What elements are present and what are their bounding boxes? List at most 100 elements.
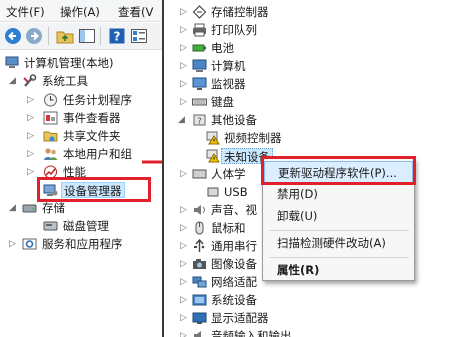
battery-icon bbox=[192, 44, 206, 52]
menu-item-disable[interactable]: 禁用(D) bbox=[264, 183, 413, 205]
back-arrow-icon[interactable] bbox=[4, 27, 22, 45]
camera-icon bbox=[193, 259, 206, 269]
toolbar-divider bbox=[100, 27, 101, 45]
chevron-right-icon[interactable]: ▷ bbox=[27, 163, 36, 181]
device-category-other-devices[interactable]: ◢ ? 其他设备 bbox=[164, 111, 454, 129]
chevron-right-icon[interactable]: ▷ bbox=[180, 291, 189, 309]
console-tree-icon[interactable] bbox=[78, 27, 96, 45]
device-category-display-adapters[interactable]: ▷ 显示适配器 bbox=[164, 309, 454, 327]
device-category-label: 系统设备 bbox=[211, 293, 257, 307]
menu-view[interactable]: 查看(V bbox=[118, 4, 153, 20]
chevron-right-icon[interactable]: ▷ bbox=[180, 255, 189, 273]
chevron-right-icon[interactable]: ▷ bbox=[180, 165, 189, 183]
highlight-box-device-manager bbox=[37, 177, 151, 202]
chevron-right-icon[interactable]: ▷ bbox=[27, 145, 36, 163]
menu-file[interactable]: 文件(F) bbox=[6, 4, 45, 20]
tree-node-label: 本地用户和组 bbox=[63, 147, 132, 161]
menu-item-scan-hardware[interactable]: 扫描检测硬件改动(A) bbox=[264, 232, 413, 254]
tree-node-label: 磁盘管理 bbox=[63, 219, 109, 233]
warning-device-icon bbox=[206, 131, 220, 145]
chevron-right-icon[interactable]: ▷ bbox=[180, 93, 189, 111]
device-category-label: 电池 bbox=[211, 41, 234, 55]
svg-text:?: ? bbox=[197, 117, 202, 127]
screenshot-root: 文件(F) 操作(A) 查看(V ? 计算机管理(本地) ◢ 系统工具 ▷ 任务… bbox=[0, 0, 455, 337]
chevron-right-icon[interactable]: ▷ bbox=[180, 3, 189, 21]
menu-separator bbox=[269, 257, 409, 258]
svg-text:?: ? bbox=[114, 30, 121, 44]
device-category-computer[interactable]: ▷ 计算机 bbox=[164, 57, 454, 75]
menu-item-uninstall[interactable]: 卸载(U) bbox=[264, 205, 413, 227]
device-category-label: 其他设备 bbox=[211, 113, 257, 127]
tree-node-services-applications[interactable]: ▷ 服务和应用程序 bbox=[0, 235, 162, 253]
system-device-icon bbox=[192, 294, 207, 306]
device-category-system-devices[interactable]: ▷ 系统设备 bbox=[164, 291, 454, 309]
device-category-label: 存储控制器 bbox=[211, 5, 269, 19]
device-category-label: 音频输入和输出 bbox=[211, 329, 292, 337]
device-category-label: 通用串行 bbox=[211, 239, 257, 253]
chevron-right-icon[interactable]: ▷ bbox=[180, 219, 189, 237]
device-category-audio-io[interactable]: ▷ 音频输入和输出 bbox=[164, 327, 454, 337]
mouse-icon bbox=[195, 221, 204, 235]
menu-item-properties[interactable]: 属性(R) bbox=[264, 259, 413, 281]
menu-action[interactable]: 操作(A) bbox=[60, 4, 100, 20]
chevron-right-icon[interactable]: ▷ bbox=[180, 21, 189, 39]
device-video-controller[interactable]: 视频控制器 bbox=[164, 129, 454, 147]
device-category-storage-controllers[interactable]: ▷ 存储控制器 bbox=[164, 3, 454, 21]
monitor-icon bbox=[192, 77, 207, 90]
menu-separator bbox=[269, 230, 409, 231]
device-category-label: 显示适配器 bbox=[211, 311, 269, 325]
tree-node-shared-folders[interactable]: ▷ 共享文件夹 bbox=[0, 127, 162, 145]
tree-node-label: 系统工具 bbox=[42, 74, 88, 88]
usb-icon bbox=[194, 239, 205, 252]
chevron-right-icon[interactable]: ▷ bbox=[9, 235, 18, 253]
chevron-right-icon[interactable]: ▷ bbox=[27, 91, 36, 109]
usb-device-icon bbox=[207, 187, 219, 197]
tree-node-label: 任务计划程序 bbox=[63, 93, 132, 107]
device-category-batteries[interactable]: ▷ 电池 bbox=[164, 39, 454, 57]
hid-icon bbox=[192, 169, 207, 179]
computer-management-icon bbox=[5, 56, 19, 68]
keyboard-icon bbox=[192, 98, 207, 106]
tree-node-label: 共享文件夹 bbox=[63, 129, 121, 143]
device-label: 视频控制器 bbox=[224, 131, 282, 145]
device-category-label: 图像设备 bbox=[211, 257, 257, 271]
menu-item-label: 扫描检测硬件改动(A) bbox=[277, 236, 386, 250]
tree-node-system-tools[interactable]: ◢ 系统工具 bbox=[0, 72, 162, 90]
forward-arrow-icon[interactable] bbox=[25, 27, 43, 45]
device-label: USB bbox=[224, 185, 248, 199]
chevron-right-icon[interactable]: ▷ bbox=[180, 237, 189, 255]
device-category-monitors[interactable]: ▷ 监视器 bbox=[164, 75, 454, 93]
tree-node-local-users-groups[interactable]: ▷ 本地用户和组 bbox=[0, 145, 162, 163]
help-icon[interactable]: ? bbox=[108, 27, 126, 45]
device-category-keyboards[interactable]: ▷ 键盘 bbox=[164, 93, 454, 111]
menu-bar: 文件(F) 操作(A) 查看(V bbox=[0, 0, 162, 22]
services-icon bbox=[22, 238, 37, 250]
chevron-right-icon[interactable]: ▷ bbox=[180, 309, 189, 327]
chevron-right-icon[interactable]: ▷ bbox=[180, 201, 189, 219]
chevron-down-icon[interactable]: ◢ bbox=[9, 199, 18, 217]
chevron-right-icon[interactable]: ▷ bbox=[180, 75, 189, 93]
device-category-label: 计算机 bbox=[211, 59, 246, 73]
chevron-down-icon[interactable]: ◢ bbox=[9, 72, 18, 90]
tree-node-disk-management[interactable]: 磁盘管理 bbox=[0, 217, 162, 235]
toolbar-divider bbox=[48, 27, 49, 45]
chevron-right-icon[interactable]: ▷ bbox=[180, 57, 189, 75]
tree-node-label: 服务和应用程序 bbox=[42, 237, 123, 251]
device-category-print-queues[interactable]: ▷ 打印队列 bbox=[164, 21, 454, 39]
chevron-right-icon[interactable]: ▷ bbox=[27, 127, 36, 145]
users-icon bbox=[44, 148, 57, 160]
up-folder-icon[interactable] bbox=[56, 27, 74, 45]
tree-node-event-viewer[interactable]: ▷ 事件查看器 bbox=[0, 109, 162, 127]
chevron-down-icon[interactable]: ◢ bbox=[178, 111, 187, 129]
device-category-label: 鼠标和 bbox=[211, 221, 246, 235]
chevron-right-icon[interactable]: ▷ bbox=[180, 273, 189, 291]
chevron-right-icon[interactable]: ▷ bbox=[180, 39, 189, 57]
chevron-right-icon[interactable]: ▷ bbox=[180, 327, 189, 337]
chevron-right-icon[interactable]: ▷ bbox=[27, 109, 36, 127]
tree-node-task-scheduler[interactable]: ▷ 任务计划程序 bbox=[0, 91, 162, 109]
device-category-label: 人体学 bbox=[211, 167, 246, 181]
tree-node-computer-management[interactable]: 计算机管理(本地) bbox=[0, 54, 162, 72]
storage-icon bbox=[22, 204, 37, 213]
warning-device-icon bbox=[206, 149, 220, 163]
properties-grid-icon[interactable] bbox=[130, 27, 148, 45]
